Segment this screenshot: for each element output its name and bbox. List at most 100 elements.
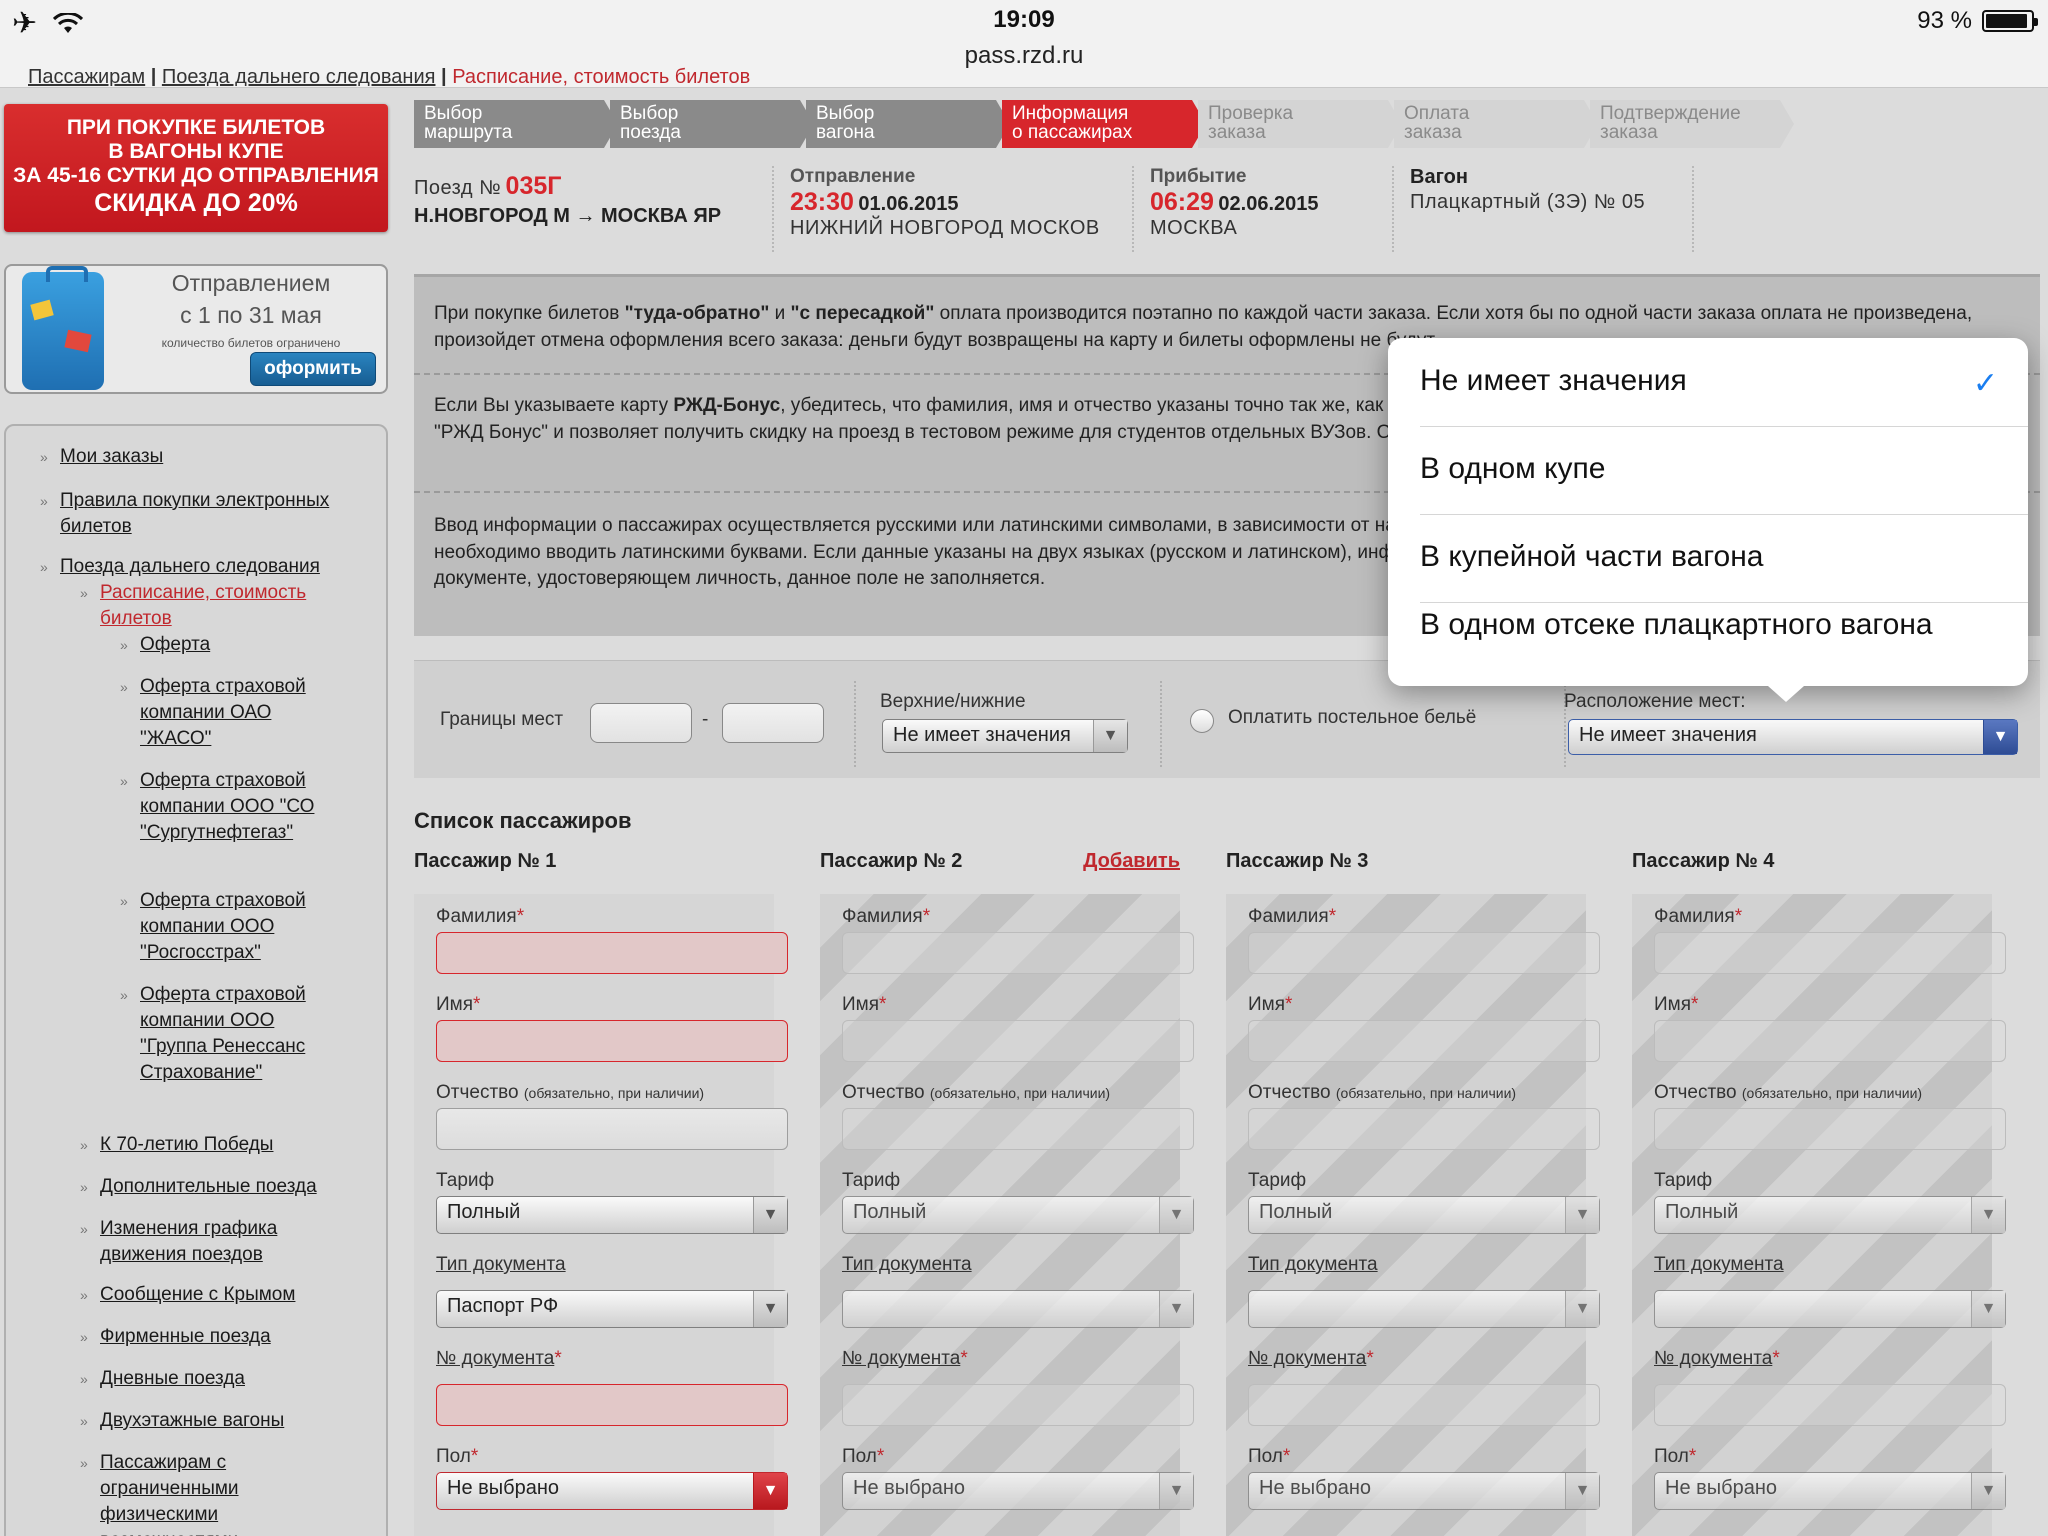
nav-offer-surgut[interactable]: » Оферта страховой компании ООО "СО "Сург… <box>120 768 340 846</box>
patronymic-input[interactable] <box>1654 1108 2006 1150</box>
nav-offer-renaissance[interactable]: » Оферта страховой компании ООО "Группа Р… <box>120 982 340 1086</box>
step-train[interactable]: Выбор поезда <box>610 100 814 148</box>
doc-number-input[interactable] <box>436 1384 788 1426</box>
nav-schedule[interactable]: » Расписание, стоимость билетов <box>80 580 360 632</box>
nav-extra-trains[interactable]: » Дополнительные поезда <box>80 1174 317 1200</box>
placement-dropdown: Не имеет значения ✓ В одном купе В купей… <box>1388 338 2028 702</box>
step-check: Проверка заказа <box>1198 100 1402 148</box>
step-payment: Оплата заказа <box>1394 100 1598 148</box>
bullet-icon: » <box>80 1221 88 1237</box>
gender-select[interactable]: Не выбрано ▼ <box>842 1472 1194 1510</box>
passenger-list-title: Список пассажиров <box>414 808 632 833</box>
doc-number-input[interactable] <box>1248 1384 1600 1426</box>
step-confirm: Подтверждение заказа <box>1590 100 1794 148</box>
doc-type-select[interactable]: Паспорт РФ ▼ <box>436 1290 788 1328</box>
gender-select[interactable]: Не выбрано ▼ <box>1248 1472 1600 1510</box>
passenger-form: Фамилия* Имя* Отчество (обязательно, при… <box>1226 894 1600 1536</box>
chevron-down-icon: ▼ <box>753 1291 787 1327</box>
nav-day-trains[interactable]: » Дневные поезда <box>80 1366 245 1392</box>
tariff-select[interactable]: Полный ▼ <box>1654 1196 2006 1234</box>
patronymic-input[interactable] <box>842 1108 1194 1150</box>
bullet-icon: » <box>80 1287 88 1303</box>
placement-select[interactable]: Не имеет значения ▼ <box>1568 719 2018 755</box>
nav-double-decker[interactable]: » Двухэтажные вагоны <box>80 1408 284 1434</box>
nav-crimea[interactable]: » Сообщение с Крымом <box>80 1282 295 1308</box>
tariff-select[interactable]: Полный ▼ <box>436 1196 788 1234</box>
passenger-form: Фамилия* Имя* Отчество (обязательно, при… <box>1632 894 2006 1536</box>
upper-lower-select[interactable]: Не имеет значения ▼ <box>882 719 1128 753</box>
bullet-icon: » <box>40 493 48 509</box>
dropdown-option-same-compartment[interactable]: В одном купе <box>1420 450 2010 488</box>
name-input[interactable] <box>436 1020 788 1062</box>
chevron-down-icon: ▼ <box>1971 1473 2005 1509</box>
nav-offer[interactable]: » Оферта <box>120 632 210 658</box>
dropdown-option-same-section[interactable]: В одном отсеке плацкартного вагона <box>1420 606 2010 644</box>
name-input[interactable] <box>842 1020 1194 1062</box>
bullet-icon: » <box>120 987 128 1003</box>
name-input[interactable] <box>1248 1020 1600 1062</box>
chevron-down-icon: ▼ <box>1093 720 1127 752</box>
nav-offer-zhaso[interactable]: » Оферта страховой компании ОАО "ЖАСО" <box>120 674 340 752</box>
discount-banner[interactable]: ПРИ ПОКУПКЕ БИЛЕТОВ В ВАГОНЫ КУПЕ ЗА 45-… <box>4 104 388 232</box>
doc-number-input[interactable] <box>1654 1384 2006 1426</box>
doc-type-select[interactable]: ▼ <box>842 1290 1194 1328</box>
nav-rules[interactable]: » Правила покупки электронных билетов <box>40 488 360 540</box>
nav-disabled[interactable]: » Пассажирам с ограниченными физическими … <box>80 1450 300 1536</box>
nav-victory[interactable]: » К 70-летию Победы <box>80 1132 273 1158</box>
step-car[interactable]: Выбор вагона <box>806 100 1010 148</box>
breadcrumb-link[interactable]: Поезда дальнего следования <box>162 66 436 86</box>
passenger-card: Пассажир № 1 Фамилия* Имя* Отчество (обя… <box>414 850 788 1536</box>
surname-input[interactable] <box>1654 932 2006 974</box>
name-input[interactable] <box>1654 1020 2006 1062</box>
arrival-block: Прибытие 06:29 02.06.2015 МОСКВА <box>1150 166 1319 239</box>
sidebar-nav: » Мои заказы » Правила покупки электронных… <box>4 424 388 1536</box>
chevron-down-icon: ▼ <box>1159 1291 1193 1327</box>
chevron-down-icon: ▼ <box>753 1473 787 1509</box>
nav-long-distance[interactable]: » Поезда дальнего следования <box>40 554 380 580</box>
order-button[interactable]: оформить <box>250 352 376 386</box>
train-summary: Поезд № 035Г Н.НОВГОРОД М → МОСКВА ЯР От… <box>414 166 1694 252</box>
nav-schedule-changes[interactable]: » Изменения графика движения поездов <box>80 1216 340 1268</box>
surname-input[interactable] <box>436 932 788 974</box>
passenger-form: Фамилия* Имя* Отчество (обязательно, при… <box>820 894 1194 1536</box>
nav-branded[interactable]: » Фирменные поезда <box>80 1324 271 1350</box>
breadcrumb-link[interactable]: Пассажирам <box>28 66 145 86</box>
patronymic-input[interactable] <box>436 1108 788 1150</box>
doc-number-input[interactable] <box>842 1384 1194 1426</box>
bullet-icon: » <box>120 893 128 909</box>
nav-my-orders[interactable]: » Мои заказы <box>40 444 163 470</box>
dropdown-option-any[interactable]: Не имеет значения <box>1420 362 2010 400</box>
train-route: Н.НОВГОРОД М → МОСКВА ЯР <box>414 205 722 227</box>
suitcase-icon <box>22 266 104 390</box>
tariff-select[interactable]: Полный ▼ <box>842 1196 1194 1234</box>
bullet-icon: » <box>80 1179 88 1195</box>
step-route[interactable]: Выбор маршрута <box>414 100 618 148</box>
bullet-icon: » <box>80 1455 88 1471</box>
may-promo-banner[interactable]: Отправлением с 1 по 31 мая количество би… <box>4 264 388 394</box>
surname-input[interactable] <box>842 932 1194 974</box>
bedding-checkbox[interactable] <box>1190 709 1214 733</box>
bullet-icon: » <box>120 637 128 653</box>
gender-select[interactable]: Не выбрано ▼ <box>436 1472 788 1510</box>
doc-type-select[interactable]: ▼ <box>1248 1290 1600 1328</box>
chevron-down-icon: ▼ <box>1159 1197 1193 1233</box>
bullet-icon: » <box>80 1137 88 1153</box>
doc-type-select[interactable]: ▼ <box>1654 1290 2006 1328</box>
arrival-date: 02.06.2015 <box>1218 193 1319 215</box>
clock: 19:09 <box>993 6 1055 33</box>
nav-offer-rosgos[interactable]: » Оферта страховой компании ООО "Росгосст… <box>120 888 340 966</box>
patronymic-input[interactable] <box>1248 1108 1600 1150</box>
tariff-select[interactable]: Полный ▼ <box>1248 1196 1600 1234</box>
chevron-down-icon: ▼ <box>753 1197 787 1233</box>
battery-icon <box>1982 10 2038 32</box>
bullet-icon: » <box>120 679 128 695</box>
seat-from-input[interactable] <box>590 703 692 743</box>
chevron-down-icon: ▼ <box>1565 1197 1599 1233</box>
surname-input[interactable] <box>1248 932 1600 974</box>
add-passenger-link[interactable]: Добавить <box>1083 850 1180 873</box>
gender-select[interactable]: Не выбрано ▼ <box>1654 1472 2006 1510</box>
seat-to-input[interactable] <box>722 703 824 743</box>
bullet-icon: » <box>80 1371 88 1387</box>
chevron-down-icon: ▼ <box>1971 1197 2005 1233</box>
dropdown-option-coupe-part[interactable]: В купейной части вагона <box>1420 538 2010 576</box>
